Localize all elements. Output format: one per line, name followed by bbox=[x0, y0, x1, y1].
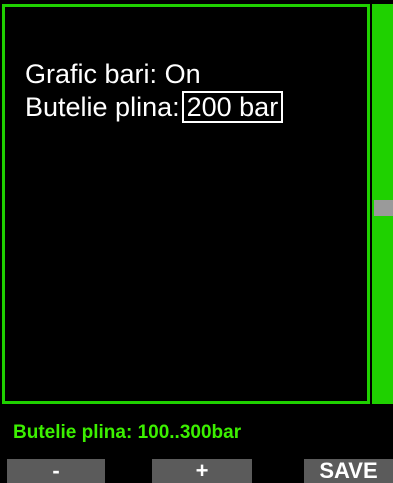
decrease-button[interactable]: - bbox=[7, 459, 105, 483]
full-tank-label: Butelie plina: bbox=[25, 92, 180, 122]
settings-panel: Grafic bari: On Butelie plina: 200 bar bbox=[2, 4, 370, 404]
graph-setting-row: Grafic bari: On bbox=[25, 59, 201, 89]
graph-value: On bbox=[164, 59, 201, 89]
increase-button[interactable]: + bbox=[152, 459, 252, 483]
save-button[interactable]: SAVE bbox=[304, 459, 393, 483]
scrollbar-thumb[interactable] bbox=[374, 200, 393, 216]
range-hint: Butelie plina: 100..300bar bbox=[13, 422, 242, 443]
full-tank-setting-row: Butelie plina: 200 bar bbox=[25, 91, 284, 123]
full-tank-value-field[interactable]: 200 bar bbox=[181, 91, 284, 123]
scrollbar[interactable] bbox=[372, 4, 393, 404]
graph-label: Grafic bari: bbox=[25, 59, 158, 89]
